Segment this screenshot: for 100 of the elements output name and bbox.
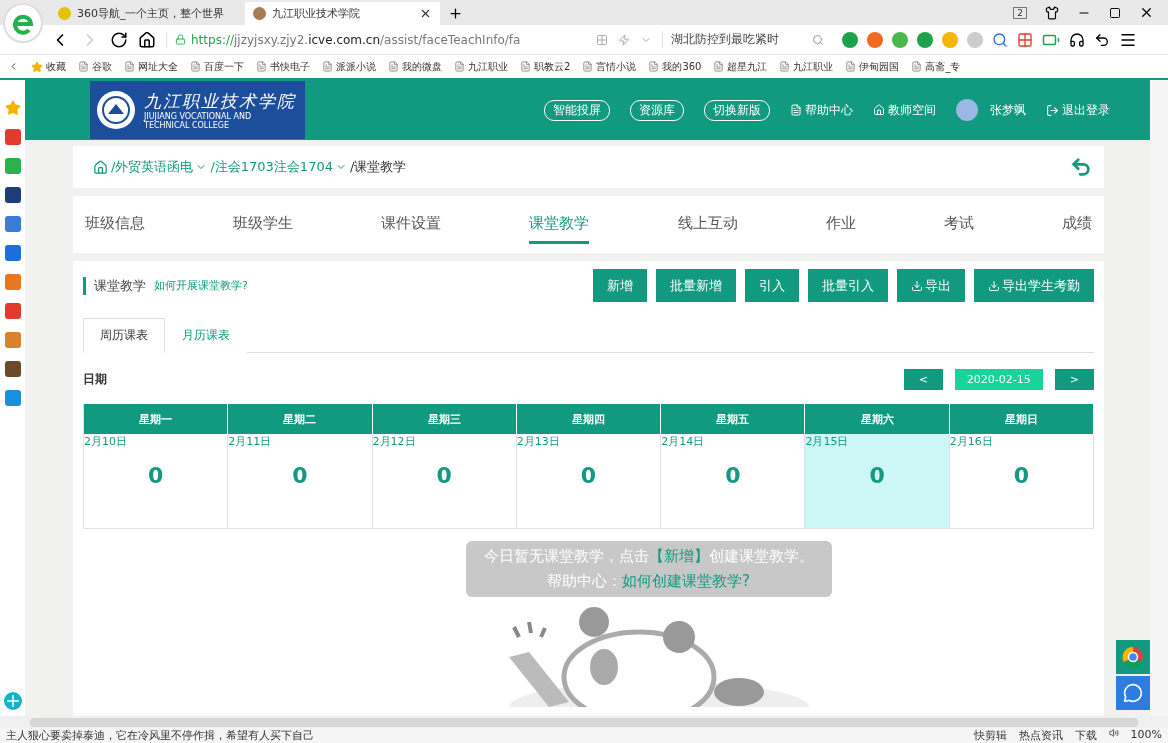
close-tab-icon[interactable] bbox=[419, 7, 432, 20]
day-date: 2月16日 bbox=[949, 434, 994, 449]
day-cell[interactable]: 2月13日 0 bbox=[516, 434, 662, 529]
toolbar-button[interactable]: 批量引入 bbox=[808, 269, 888, 302]
download-icon bbox=[911, 279, 923, 292]
bookmark[interactable]: 超星九江 bbox=[713, 59, 768, 74]
extension-icon[interactable] bbox=[942, 31, 958, 48]
reload-icon[interactable] bbox=[110, 30, 128, 49]
lesson-count: 0 bbox=[435, 463, 453, 488]
section-title: 课堂教学 bbox=[83, 276, 146, 295]
bookmark[interactable]: 收藏 bbox=[31, 59, 66, 74]
day-cell[interactable]: 2月16日 0 bbox=[949, 434, 1094, 529]
weekday-header: 星期一 bbox=[84, 404, 229, 434]
tab[interactable]: 课件设置 bbox=[381, 205, 442, 244]
tab[interactable]: 课堂教学 bbox=[529, 205, 590, 244]
tab[interactable]: 考试 bbox=[943, 205, 974, 244]
day-date: 2月12日 bbox=[372, 434, 417, 449]
status-item[interactable]: 快剪辑 bbox=[973, 728, 1007, 743]
tab[interactable]: 班级信息 bbox=[85, 205, 145, 244]
extension-icon[interactable] bbox=[867, 31, 883, 48]
grid-icon[interactable] bbox=[596, 33, 608, 46]
window-count[interactable]: 2 bbox=[1013, 6, 1027, 19]
page-icon bbox=[256, 61, 267, 72]
lightning-icon[interactable] bbox=[618, 33, 630, 46]
breadcrumb-link[interactable]: /外贸英语函电 bbox=[111, 158, 208, 176]
sidebar-app-icon[interactable] bbox=[4, 361, 21, 377]
browser-tab[interactable]: 360导航_一个主页，整个世界 bbox=[50, 2, 245, 25]
star-icon[interactable] bbox=[4, 100, 21, 116]
address-field[interactable]: https://jjzyjsxy.zjy2.icve.com.cn/assist/faceTeachInfo/fa bbox=[166, 32, 586, 47]
bookmark[interactable]: 谷歌 bbox=[78, 59, 112, 74]
day-cell[interactable]: 2月11日 0 bbox=[228, 434, 373, 529]
volume-icon[interactable] bbox=[1108, 728, 1119, 738]
bookmark[interactable]: 百度一下 bbox=[190, 59, 244, 74]
status-item[interactable]: 热点资讯 bbox=[1018, 728, 1063, 743]
day-cell[interactable]: 2月10日 0 bbox=[84, 434, 229, 529]
new-tab-icon[interactable] bbox=[448, 6, 463, 21]
tab[interactable]: 线上互动 bbox=[677, 205, 738, 244]
header-link[interactable]: 资源库 bbox=[630, 99, 684, 121]
logout-link[interactable]: 退出登录 bbox=[1046, 101, 1110, 119]
extension-icon[interactable] bbox=[892, 31, 908, 48]
breadcrumb-link[interactable]: /注会1703注会1704 bbox=[210, 158, 347, 176]
search-icon[interactable] bbox=[992, 31, 1008, 48]
toolbar-button[interactable]: 导出 bbox=[897, 269, 965, 302]
scrollbar-thumb[interactable] bbox=[30, 717, 1138, 727]
home-icon[interactable] bbox=[138, 30, 156, 49]
toolbar-button[interactable]: 导出学生考勤 bbox=[974, 269, 1094, 302]
browser-logo-icon[interactable] bbox=[3, 3, 43, 43]
bookmark[interactable]: 网址大全 bbox=[124, 59, 178, 74]
bookmark[interactable]: 高斋_专 bbox=[911, 59, 961, 74]
next-week-button[interactable]: > bbox=[1054, 369, 1094, 390]
extension-icon[interactable] bbox=[917, 31, 933, 48]
toolbar-button[interactable]: 新增 bbox=[593, 269, 647, 302]
vertical-scrollbar[interactable] bbox=[1150, 80, 1168, 716]
subtab[interactable]: 周历课表 bbox=[83, 318, 165, 353]
help-link[interactable]: 如何开展课堂教学? bbox=[154, 278, 248, 293]
shirt-icon[interactable] bbox=[1045, 5, 1059, 20]
status-item[interactable]: 下载 bbox=[1074, 728, 1097, 743]
search-icon[interactable] bbox=[812, 33, 824, 46]
previous-week-button[interactable]: < bbox=[903, 369, 943, 390]
add-icon[interactable] bbox=[3, 692, 22, 710]
headphones-icon[interactable] bbox=[1069, 31, 1085, 48]
lesson-count: 0 bbox=[147, 463, 165, 488]
weekday-header: 星期四 bbox=[516, 404, 662, 434]
help-link[interactable]: 帮助中心 bbox=[790, 101, 853, 119]
search-field[interactable]: 湖北防控到最吃紧时 bbox=[662, 31, 832, 48]
extension-icon[interactable] bbox=[842, 31, 858, 48]
bookmark[interactable]: 书快电子 bbox=[256, 59, 310, 74]
page-icon bbox=[322, 61, 333, 72]
bookmark[interactable]: 九江职业 bbox=[779, 59, 834, 74]
chat-icon[interactable] bbox=[1123, 683, 1143, 703]
toolbar-button[interactable]: 批量新增 bbox=[656, 269, 736, 302]
sidebar-app-icon[interactable] bbox=[4, 245, 21, 261]
bookmark[interactable]: 职教云2 bbox=[520, 59, 571, 74]
download-icon bbox=[988, 279, 1000, 292]
browser-tab[interactable]: 九江职业技术学院 bbox=[245, 2, 440, 25]
tab[interactable]: 成绩 bbox=[1062, 205, 1092, 244]
undo-icon[interactable] bbox=[1094, 31, 1110, 48]
zoom-level[interactable]: 100% bbox=[1130, 728, 1162, 743]
news-ticker[interactable]: 主人狠心要卖掉泰迪，它在冷风里不停作揖，希望有人买下自己 bbox=[6, 728, 314, 743]
day-cell[interactable]: 2月12日 0 bbox=[372, 434, 517, 529]
user-name[interactable]: 张梦飒 bbox=[990, 101, 1026, 119]
page-icon bbox=[713, 61, 725, 72]
apps-icon[interactable] bbox=[1017, 31, 1033, 48]
bookmark[interactable]: 伊甸园国 bbox=[845, 59, 900, 74]
teacher-space-link[interactable]: 教师空间 bbox=[873, 101, 936, 119]
header-link[interactable]: 智能投屏 bbox=[544, 99, 610, 121]
close-icon[interactable] bbox=[1139, 5, 1154, 20]
bookmark[interactable]: 派派小说 bbox=[322, 59, 376, 74]
bookmark[interactable]: 言情小说 bbox=[582, 59, 637, 74]
chrome-icon[interactable] bbox=[1122, 646, 1144, 668]
bookmark[interactable]: 我的360 bbox=[648, 59, 702, 74]
toolbar-button[interactable]: 引入 bbox=[745, 269, 799, 302]
tab[interactable]: 作业 bbox=[825, 205, 856, 244]
day-cell[interactable]: 2月14日 0 bbox=[661, 434, 806, 529]
header-link[interactable]: 切换新版 bbox=[704, 99, 770, 121]
tab[interactable]: 班级学生 bbox=[233, 205, 294, 244]
maximize-icon[interactable] bbox=[1109, 6, 1121, 19]
sidebar-app-icon[interactable] bbox=[4, 187, 21, 203]
bookmark[interactable]: 我的微盘 bbox=[388, 59, 442, 74]
bookmark[interactable]: 九江职业 bbox=[454, 59, 508, 74]
